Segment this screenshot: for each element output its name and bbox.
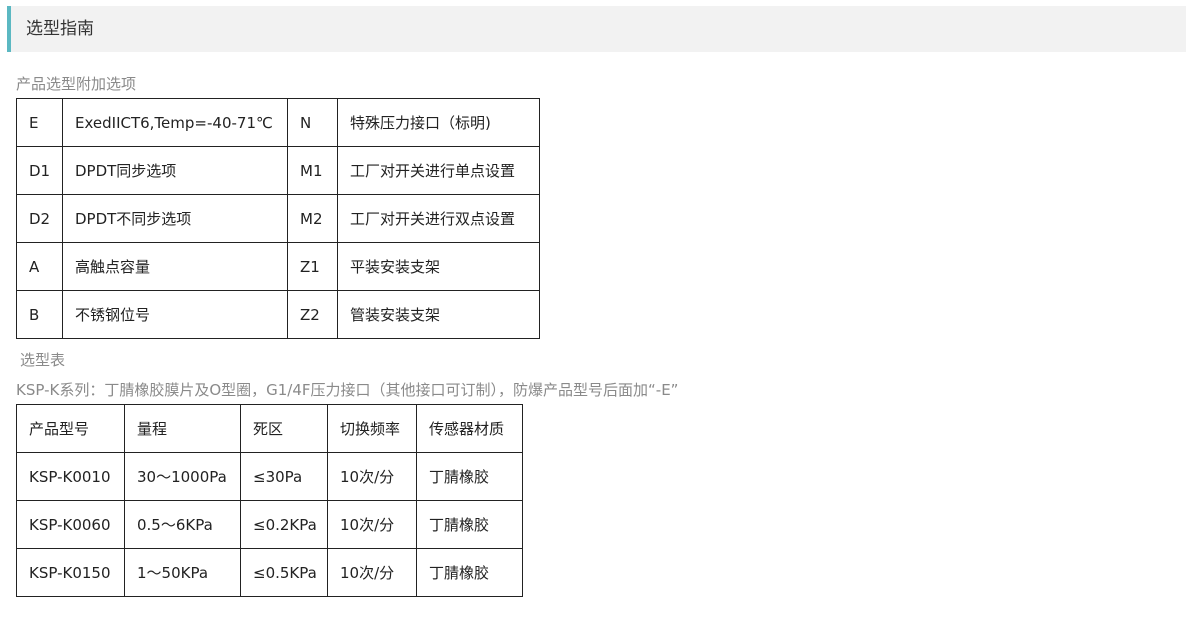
option-code: E [16,98,63,147]
frequency-cell: 10次/分 [327,548,417,597]
options-table: E ExedIICT6,Temp=-40-71℃ N 特殊压力接口（标明) D1… [16,98,540,339]
option-code: Z1 [287,242,338,291]
option-code: M1 [287,146,338,195]
option-description: 工厂对开关进行双点设置 [337,194,540,243]
table-row: A 高触点容量 Z1 平装安装支架 [16,242,540,291]
option-description: 平装安装支架 [337,242,540,291]
material-cell: 丁腈橡胶 [416,452,523,501]
table-row: KSP-K0060 0.5～6KPa ≤0.2KPa 10次/分 丁腈橡胶 [16,500,523,549]
column-header-frequency: 切换频率 [327,404,417,453]
options-section-label: 产品选型附加选项 [16,75,137,93]
option-code: N [287,98,338,147]
option-description: 特殊压力接口（标明) [337,98,540,147]
section-header: 选型指南 [7,6,1186,52]
material-cell: 丁腈橡胶 [416,500,523,549]
table-row: KSP-K0010 30～1000Pa ≤30Pa 10次/分 丁腈橡胶 [16,452,523,501]
deadband-cell: ≤0.2KPa [240,500,328,549]
model-cell: KSP-K0010 [16,452,125,501]
range-cell: 1～50KPa [124,548,241,597]
frequency-cell: 10次/分 [327,500,417,549]
range-cell: 0.5～6KPa [124,500,241,549]
column-header-deadband: 死区 [240,404,328,453]
option-description: ExedIICT6,Temp=-40-71℃ [62,98,288,147]
option-description: 不锈钢位号 [62,290,288,339]
material-cell: 丁腈橡胶 [416,548,523,597]
option-code: B [16,290,63,339]
page-title: 选型指南 [26,19,94,39]
option-description: DPDT不同步选项 [62,194,288,243]
option-code: M2 [287,194,338,243]
table-row: KSP-K0150 1～50KPa ≤0.5KPa 10次/分 丁腈橡胶 [16,548,523,597]
column-header-range: 量程 [124,404,241,453]
model-cell: KSP-K0060 [16,500,125,549]
deadband-cell: ≤0.5KPa [240,548,328,597]
option-code: D1 [16,146,63,195]
column-header-model: 产品型号 [16,404,125,453]
option-description: DPDT同步选项 [62,146,288,195]
deadband-cell: ≤30Pa [240,452,328,501]
series-note: KSP-K系列：丁腈橡胶膜片及O型圈，G1/4F压力接口（其他接口可订制），防爆… [16,381,679,399]
option-description: 管装安装支架 [337,290,540,339]
table-row: D2 DPDT不同步选项 M2 工厂对开关进行双点设置 [16,194,540,243]
option-description: 高触点容量 [62,242,288,291]
table-row: D1 DPDT同步选项 M1 工厂对开关进行单点设置 [16,146,540,195]
option-code: A [16,242,63,291]
table-header-row: 产品型号 量程 死区 切换频率 传感器材质 [16,404,523,453]
option-code: D2 [16,194,63,243]
range-cell: 30～1000Pa [124,452,241,501]
model-cell: KSP-K0150 [16,548,125,597]
table-row: B 不锈钢位号 Z2 管装安装支架 [16,290,540,339]
model-selection-table: 产品型号 量程 死区 切换频率 传感器材质 KSP-K0010 30～1000P… [16,404,523,597]
selection-section-label: 选型表 [20,351,66,369]
option-code: Z2 [287,290,338,339]
frequency-cell: 10次/分 [327,452,417,501]
table-row: E ExedIICT6,Temp=-40-71℃ N 特殊压力接口（标明) [16,98,540,147]
option-description: 工厂对开关进行单点设置 [337,146,540,195]
column-header-material: 传感器材质 [416,404,523,453]
